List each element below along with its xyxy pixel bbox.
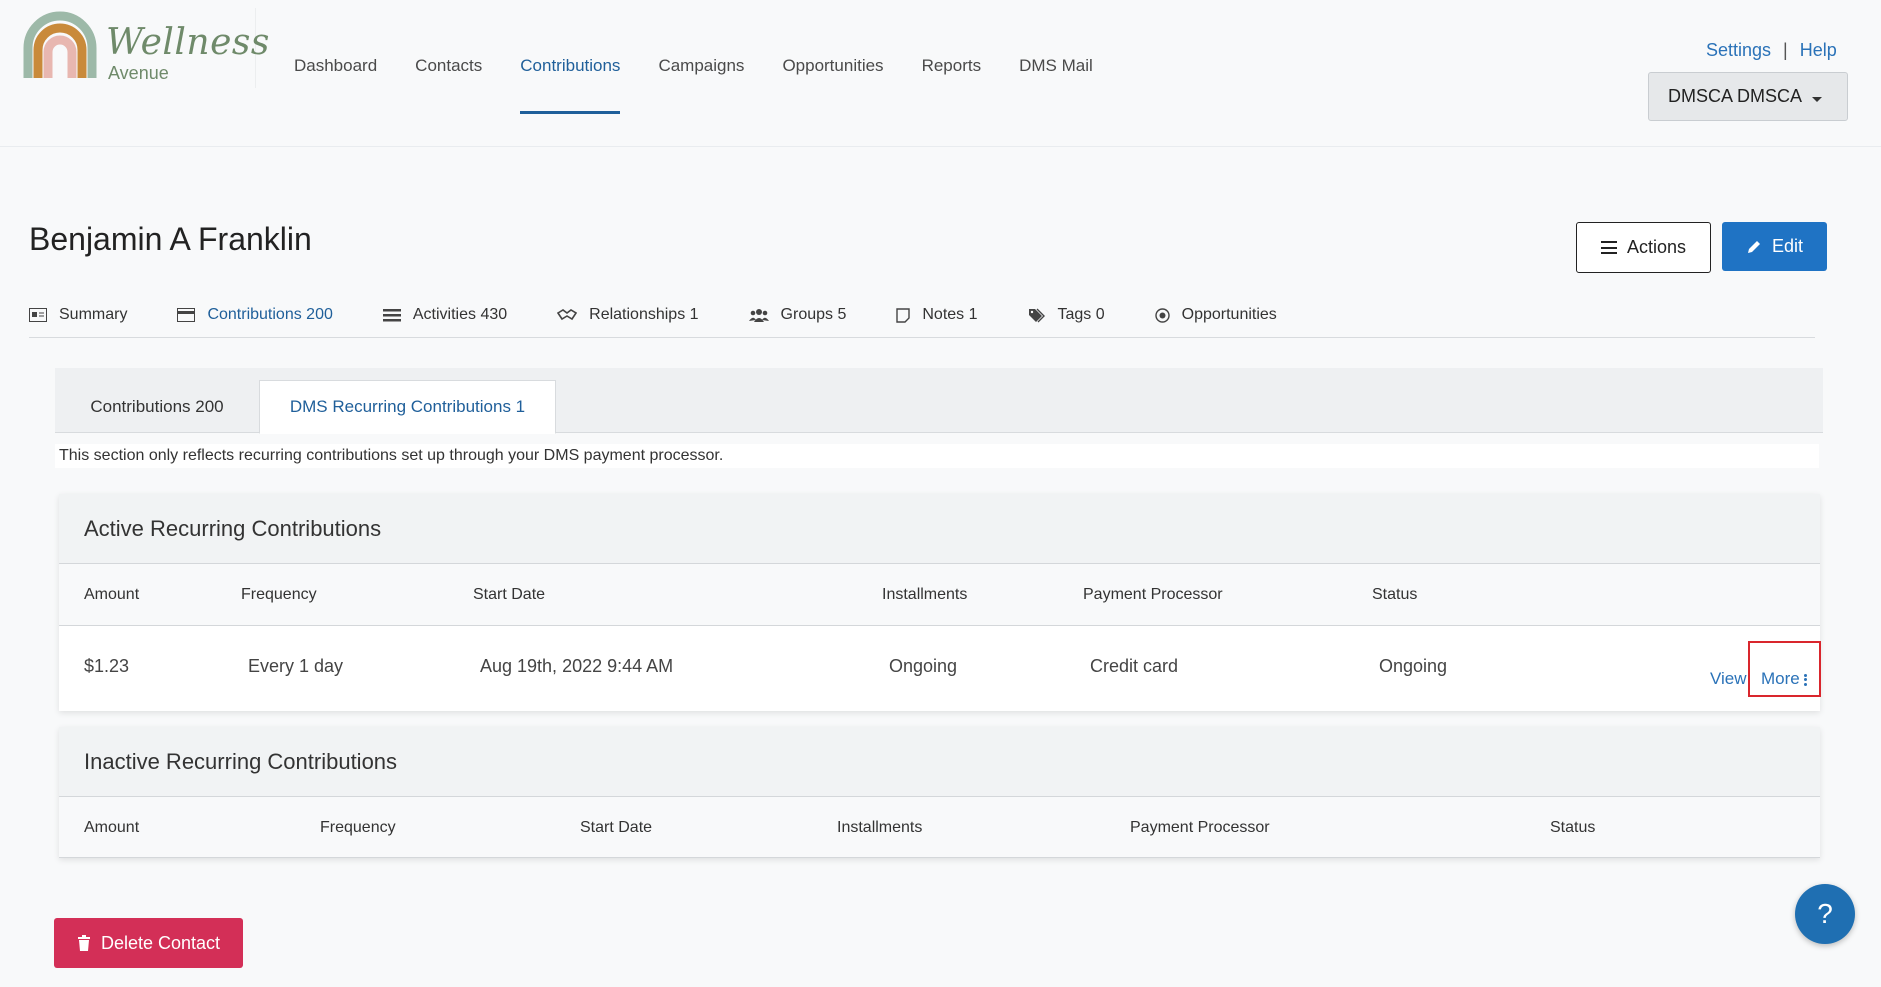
subtab-groups[interactable]: Groups 5 <box>748 302 847 337</box>
caret-down-icon <box>1812 97 1822 102</box>
note-icon <box>896 308 911 323</box>
nav-reports[interactable]: Reports <box>922 56 982 114</box>
column-header: Installments <box>882 586 968 603</box>
tags-icon <box>1028 308 1045 323</box>
hamburger-icon <box>1600 241 1617 254</box>
column-header: Installments <box>837 819 923 836</box>
actions-button-label: Actions <box>1626 237 1687 257</box>
subtab-opportunities[interactable]: Opportunities <box>1154 302 1277 337</box>
cell-start-date: Aug 19th, 2022 9:44 AM <box>480 656 674 676</box>
panel-title: Inactive Recurring Contributions <box>59 727 1820 797</box>
cell-payment-processor: Credit card <box>1090 656 1179 676</box>
more-link[interactable]: More <box>1761 669 1807 689</box>
pencil-icon <box>1747 240 1760 253</box>
credit-card-icon <box>177 308 196 322</box>
help-fab-button[interactable]: ? <box>1795 884 1855 944</box>
table-header: Amount Frequency Start Date Installments… <box>59 797 1820 858</box>
edit-button-label: Edit <box>1771 236 1804 256</box>
column-header: Start Date <box>580 819 653 836</box>
recurring-tabs: Contributions 200 DMS Recurring Contribu… <box>55 368 1823 434</box>
column-header: Frequency <box>241 586 317 603</box>
subtab-notes[interactable]: Notes 1 <box>896 302 978 337</box>
nav-contacts[interactable]: Contacts <box>415 56 482 114</box>
nav-opportunities[interactable]: Opportunities <box>782 56 883 114</box>
user-menu-button[interactable]: DMSCA DMSCA <box>1648 72 1848 121</box>
column-header: Amount <box>84 586 140 603</box>
handshake-icon <box>557 309 578 321</box>
subtab-label: Groups 5 <box>780 306 847 323</box>
rainbow-icon <box>23 11 97 78</box>
nav-contributions[interactable]: Contributions <box>520 56 621 114</box>
settings-link[interactable]: Settings <box>1706 40 1771 61</box>
column-header: Start Date <box>473 586 546 603</box>
subtab-label: Opportunities <box>1181 306 1277 323</box>
id-card-icon <box>29 308 47 322</box>
subtab-relationships[interactable]: Relationships 1 <box>557 302 699 337</box>
subtab-contributions[interactable]: Contributions 200 <box>177 302 333 337</box>
nav-campaigns[interactable]: Campaigns <box>658 56 744 114</box>
subtab-label: Relationships 1 <box>589 306 699 323</box>
list-icon <box>382 309 401 322</box>
main-nav: Dashboard Contacts Contributions Campaig… <box>294 56 1131 114</box>
table-header: Amount Frequency Start Date Installments… <box>59 564 1820 626</box>
subtab-label: Summary <box>59 306 128 323</box>
brand-name: Wellness <box>106 22 270 63</box>
table-row: $1.23 Every 1 day Aug 19th, 2022 9:44 AM… <box>59 626 1821 711</box>
subtab-activities[interactable]: Activities 430 <box>382 302 508 337</box>
tab-contributions[interactable]: Contributions 200 <box>55 380 259 433</box>
nav-dashboard[interactable]: Dashboard <box>294 56 377 114</box>
nav-dms-mail[interactable]: DMS Mail <box>1019 56 1093 114</box>
inactive-recurring-panel: Inactive Recurring Contributions Amount … <box>59 727 1820 858</box>
top-links-separator: | <box>1783 40 1788 60</box>
brand-logo[interactable]: Wellness Avenue <box>22 8 269 88</box>
column-header: Status <box>1372 586 1418 603</box>
view-link[interactable]: View <box>1710 669 1747 689</box>
more-link-label: More <box>1761 669 1800 688</box>
subtab-summary[interactable]: Summary <box>29 302 127 337</box>
cell-amount: $1.23 <box>84 656 130 676</box>
top-navbar: Wellness Avenue Dashboard Contacts Contr… <box>0 0 1881 147</box>
cell-installments: Ongoing <box>889 656 958 676</box>
help-link[interactable]: Help <box>1800 40 1837 61</box>
user-name: DMSCA DMSCA <box>1668 86 1803 106</box>
page-title: Benjamin A Franklin <box>29 221 312 257</box>
trash-icon <box>77 935 90 951</box>
contact-subtabs: Summary Contributions 200 Activities 430… <box>29 302 1815 338</box>
users-icon <box>748 309 769 322</box>
section-note: This section only reflects recurring con… <box>55 444 1819 468</box>
subtab-label: Activities 430 <box>412 306 508 323</box>
panel-title: Active Recurring Contributions <box>59 494 1820 564</box>
column-header: Status <box>1550 819 1596 836</box>
subtab-tags[interactable]: Tags 0 <box>1028 302 1105 337</box>
subtab-label: Notes 1 <box>922 306 978 323</box>
column-header: Payment Processor <box>1130 819 1270 836</box>
target-icon <box>1154 308 1170 323</box>
top-links: Settings | Help <box>1706 40 1837 61</box>
subtab-label: Contributions 200 <box>207 306 333 323</box>
active-recurring-panel: Active Recurring Contributions Amount Fr… <box>59 494 1821 711</box>
delete-contact-label: Delete Contact <box>100 932 221 953</box>
brand-subtitle: Avenue <box>108 63 169 83</box>
tab-dms-recurring-contributions[interactable]: DMS Recurring Contributions 1 <box>259 380 556 434</box>
cell-status: Ongoing <box>1379 656 1448 676</box>
column-header: Frequency <box>320 819 396 836</box>
column-header: Amount <box>84 819 140 836</box>
delete-contact-button[interactable]: Delete Contact <box>54 918 243 968</box>
subtab-label: Tags 0 <box>1057 306 1105 323</box>
edit-button[interactable]: Edit <box>1722 222 1827 271</box>
column-header: Payment Processor <box>1083 586 1223 603</box>
actions-button[interactable]: Actions <box>1576 222 1711 273</box>
kebab-icon <box>1803 673 1807 686</box>
cell-frequency: Every 1 day <box>248 656 344 676</box>
